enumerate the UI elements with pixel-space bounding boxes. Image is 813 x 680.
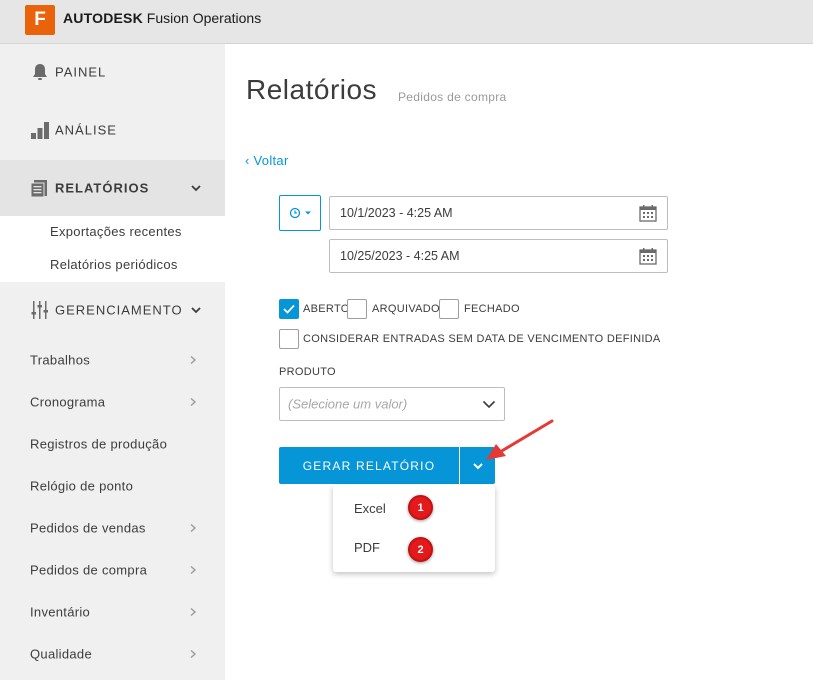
bell-icon bbox=[33, 64, 47, 80]
generate-report-button[interactable]: GERAR RELATÓRIO bbox=[279, 447, 459, 484]
chevron-down-icon bbox=[482, 400, 496, 409]
sidebar-item-label: Qualidade bbox=[30, 646, 92, 662]
checkmark-icon bbox=[283, 304, 295, 314]
calendar-icon[interactable] bbox=[639, 247, 657, 265]
product-select[interactable]: (Selecione um valor) bbox=[279, 387, 505, 421]
sidebar-item-label: RELATÓRIOS bbox=[55, 180, 150, 196]
annotation-arrow-icon bbox=[486, 419, 554, 460]
sidebar-item-label: PAINEL bbox=[55, 64, 107, 80]
chevron-right-icon bbox=[190, 397, 197, 407]
checkbox-label-aberto: ABERTO bbox=[303, 303, 350, 315]
sidebar-subitem-periodic-reports[interactable]: Relatórios periódicos bbox=[50, 257, 178, 272]
step-badge-2: 2 bbox=[408, 537, 433, 562]
sidebar-item-pedidos-compra[interactable]: Pedidos de compra bbox=[0, 549, 225, 591]
brand-product: Fusion Operations bbox=[142, 10, 262, 26]
sidebar-item-label: ANÁLISE bbox=[55, 122, 117, 138]
date-to-value: 10/25/2023 - 4:25 AM bbox=[340, 249, 460, 263]
export-format-menu: Excel PDF 1 2 bbox=[333, 485, 495, 572]
sidebar-item-trabalhos[interactable]: Trabalhos bbox=[0, 339, 225, 381]
clock-icon bbox=[289, 207, 300, 219]
chevron-right-icon bbox=[190, 649, 197, 659]
sidebar-item-label: Inventário bbox=[30, 604, 91, 620]
sidebar-item-label: Trabalhos bbox=[30, 352, 91, 368]
chevron-right-icon bbox=[190, 565, 197, 575]
sidebar-item-cronograma[interactable]: Cronograma bbox=[0, 381, 225, 423]
sidebar-item-label: Pedidos de compra bbox=[30, 562, 148, 578]
sidebar-item-inventario[interactable]: Inventário bbox=[0, 591, 225, 633]
reports-submenu: Exportações recentes Relatórios periódic… bbox=[0, 216, 225, 282]
chevron-down-icon[interactable] bbox=[190, 182, 202, 194]
sidebar-item-relogio-ponto[interactable]: Relógio de ponto bbox=[0, 465, 225, 507]
back-link[interactable]: ‹ Voltar bbox=[245, 153, 289, 168]
checkbox-label-arquivado: ARQUIVADO bbox=[372, 303, 440, 315]
page-title: Relatórios bbox=[246, 74, 378, 105]
step-badge-1: 1 bbox=[408, 495, 433, 520]
sidebar-item-registros-producao[interactable]: Registros de produção bbox=[0, 423, 225, 465]
chevron-right-icon bbox=[190, 355, 197, 365]
chevron-right-icon bbox=[190, 607, 197, 617]
sidebar-item-analise[interactable]: ANÁLISE bbox=[0, 102, 225, 158]
brand-name: AUTODESK Fusion Operations bbox=[63, 10, 261, 26]
checkbox-label-no-due-date: CONSIDERAR ENTRADAS SEM DATA DE VENCIMEN… bbox=[303, 333, 661, 345]
checkbox-aberto[interactable] bbox=[279, 299, 299, 319]
sidebar-item-gerenciamento[interactable]: GERENCIAMENTO bbox=[0, 282, 225, 338]
menu-item-excel[interactable]: Excel bbox=[354, 501, 386, 516]
sidebar-item-pedidos-vendas[interactable]: Pedidos de vendas bbox=[0, 507, 225, 549]
date-from-input[interactable]: 10/1/2023 - 4:25 AM bbox=[329, 196, 668, 230]
product-placeholder: (Selecione um valor) bbox=[288, 396, 408, 412]
date-to-input[interactable]: 10/25/2023 - 4:25 AM bbox=[329, 239, 668, 273]
checkbox-fechado[interactable] bbox=[439, 299, 459, 319]
checkbox-no-due-date[interactable] bbox=[279, 329, 299, 349]
sidebar-item-relatorios[interactable]: RELATÓRIOS bbox=[0, 160, 225, 216]
checkbox-arquivado[interactable] bbox=[347, 299, 367, 319]
calendar-icon[interactable] bbox=[639, 204, 657, 222]
sidebar-item-label: Cronograma bbox=[30, 394, 106, 410]
sidebar-item-label: Relógio de ponto bbox=[30, 478, 134, 494]
sidebar-item-painel[interactable]: PAINEL bbox=[0, 44, 225, 100]
fusion-logo-icon[interactable]: F bbox=[25, 5, 58, 38]
date-from-value: 10/1/2023 - 4:25 AM bbox=[340, 206, 453, 220]
sidebar-subitem-recent-exports[interactable]: Exportações recentes bbox=[50, 224, 182, 239]
sidebar-item-label: GERENCIAMENTO bbox=[55, 302, 183, 318]
sliders-icon bbox=[31, 301, 48, 319]
bar-chart-icon bbox=[31, 122, 49, 139]
page-subtitle: Pedidos de compra bbox=[398, 90, 507, 104]
checkbox-label-fechado: FECHADO bbox=[464, 303, 520, 315]
sidebar-item-qualidade[interactable]: Qualidade bbox=[0, 633, 225, 675]
top-bar: F AUTODESK Fusion Operations bbox=[0, 0, 813, 44]
logo-letter: F bbox=[34, 9, 46, 30]
sidebar: PAINEL ANÁLISE RELATÓRIOS Exportações re… bbox=[0, 44, 225, 680]
caret-down-icon bbox=[304, 211, 311, 215]
sidebar-item-label: Registros de produção bbox=[30, 436, 168, 452]
sidebar-item-label: Pedidos de vendas bbox=[30, 520, 146, 536]
brand-bold: AUTODESK bbox=[63, 10, 143, 26]
product-label: PRODUTO bbox=[279, 366, 336, 378]
chevron-right-icon bbox=[190, 523, 197, 533]
document-stack-icon bbox=[30, 180, 47, 198]
chevron-down-icon[interactable] bbox=[190, 304, 202, 316]
time-preset-button[interactable] bbox=[279, 195, 321, 231]
menu-item-pdf[interactable]: PDF bbox=[354, 540, 380, 555]
